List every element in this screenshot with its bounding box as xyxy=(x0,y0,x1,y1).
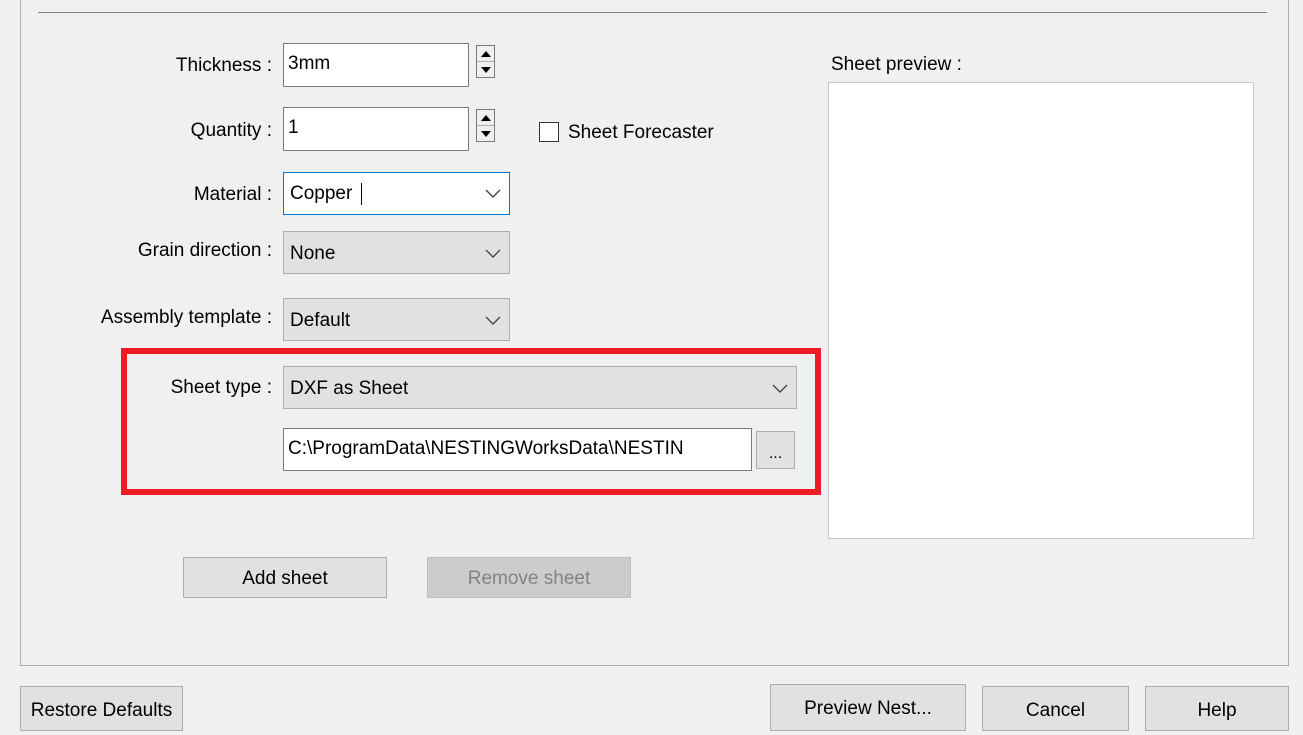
quantity-input[interactable]: 1 xyxy=(283,107,469,151)
preview-nest-button[interactable]: Preview Nest... xyxy=(770,684,966,731)
sheet-type-combobox[interactable]: DXF as Sheet xyxy=(283,366,797,409)
sheet-path-input[interactable]: C:\ProgramData\NESTINGWorksData\NESTIN xyxy=(283,428,752,471)
thickness-label: Thickness : xyxy=(175,55,272,76)
thickness-spinner[interactable] xyxy=(476,45,495,78)
material-label: Material : xyxy=(193,184,272,205)
sheet-type-value[interactable]: DXF as Sheet xyxy=(290,367,408,408)
quantity-spinner[interactable] xyxy=(476,109,495,142)
sheet-preview-area xyxy=(828,82,1254,539)
spin-down-icon[interactable] xyxy=(477,62,494,77)
spin-down-icon[interactable] xyxy=(477,126,494,141)
assembly-template-label: Assembly template : xyxy=(100,307,272,328)
grain-direction-combobox[interactable]: None xyxy=(283,231,510,274)
chevron-down-icon[interactable] xyxy=(485,316,501,326)
add-sheet-button[interactable]: Add sheet xyxy=(183,557,387,598)
spin-up-icon[interactable] xyxy=(477,46,494,62)
remove-sheet-button[interactable]: Remove sheet xyxy=(427,557,631,598)
sheet-type-label: Sheet type : xyxy=(170,377,272,398)
quantity-label: Quantity : xyxy=(190,120,272,141)
sheet-preview-label: Sheet preview : xyxy=(831,54,962,75)
group-top-line xyxy=(38,12,1267,13)
browse-button[interactable]: ... xyxy=(756,431,795,469)
grain-direction-label: Grain direction : xyxy=(137,240,272,261)
spin-up-icon[interactable] xyxy=(477,110,494,126)
chevron-down-icon[interactable] xyxy=(485,189,501,199)
material-value[interactable]: Copper xyxy=(290,173,352,214)
assembly-template-combobox[interactable]: Default xyxy=(283,298,510,341)
chevron-down-icon[interactable] xyxy=(485,249,501,259)
text-caret xyxy=(361,183,362,205)
cancel-button[interactable]: Cancel xyxy=(982,686,1129,731)
grain-direction-value[interactable]: None xyxy=(290,232,335,273)
sheet-forecaster-checkbox[interactable] xyxy=(539,122,559,142)
assembly-template-value[interactable]: Default xyxy=(290,299,350,340)
material-combobox[interactable]: Copper xyxy=(283,172,510,215)
sheet-forecaster-label[interactable]: Sheet Forecaster xyxy=(568,122,714,144)
chevron-down-icon[interactable] xyxy=(772,384,788,394)
restore-defaults-button[interactable]: Restore Defaults xyxy=(20,686,183,731)
help-button[interactable]: Help xyxy=(1145,686,1289,731)
thickness-input[interactable]: 3mm xyxy=(283,43,469,87)
